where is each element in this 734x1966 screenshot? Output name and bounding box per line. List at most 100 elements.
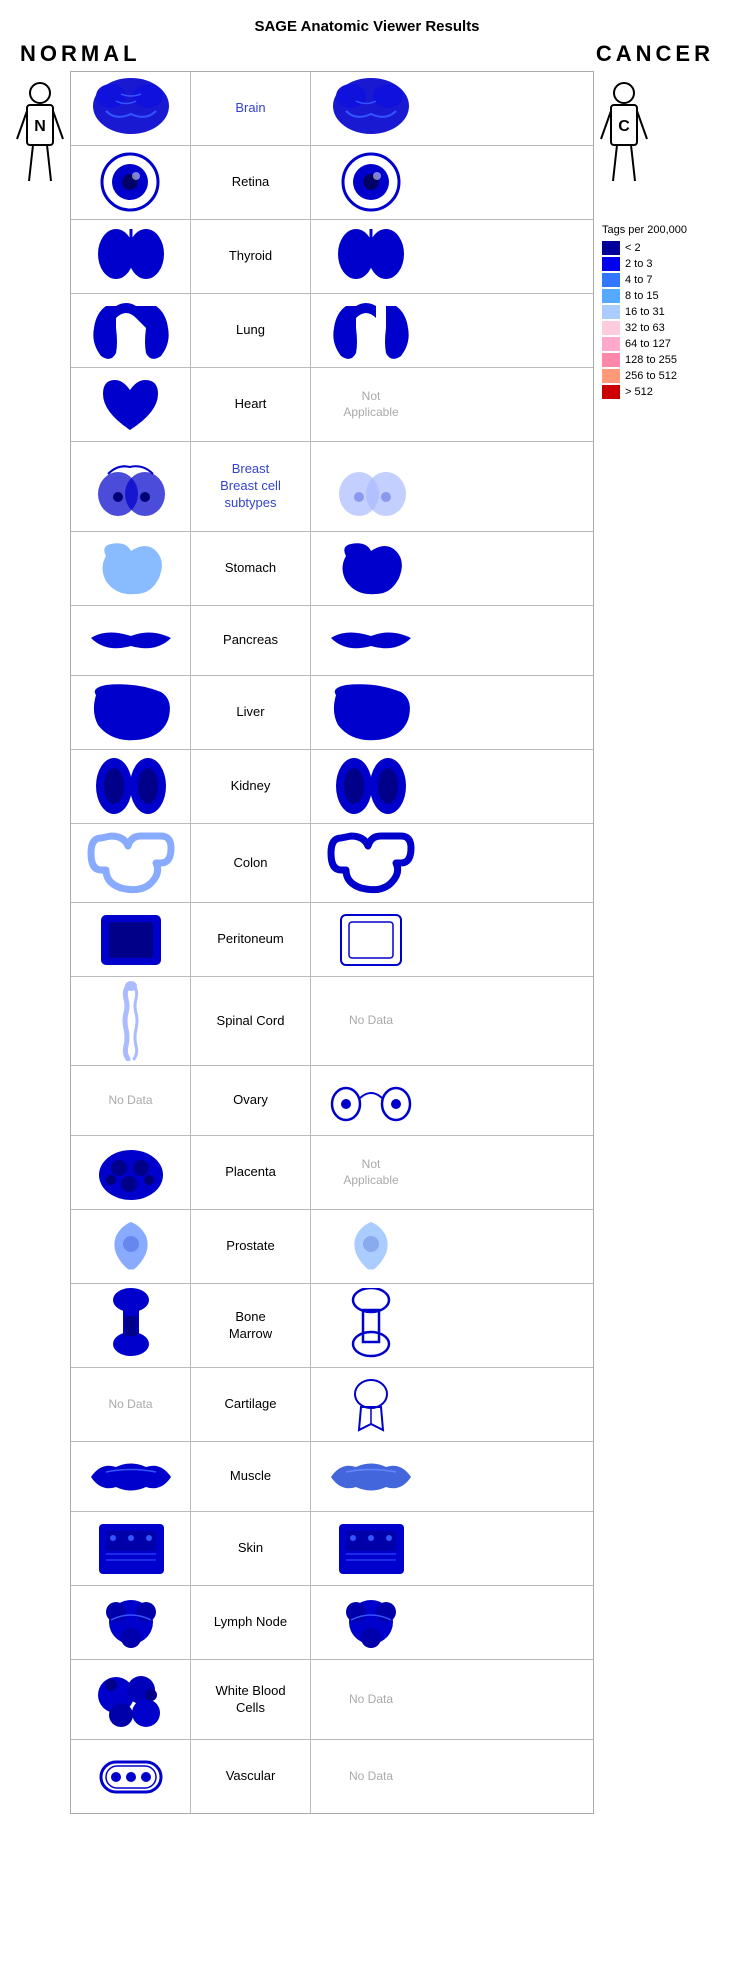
table-row: No Data Ovary bbox=[71, 1066, 593, 1136]
label-cell: Liver bbox=[191, 676, 311, 749]
vascular-normal-icon bbox=[91, 1744, 171, 1809]
normal-cell[interactable] bbox=[71, 146, 191, 219]
table-row: Breast Breast cell subtypes bbox=[71, 442, 593, 532]
normal-cell[interactable] bbox=[71, 1210, 191, 1283]
cancer-cell[interactable] bbox=[311, 294, 431, 367]
cancer-cell[interactable] bbox=[311, 532, 431, 605]
no-data-label: No Data bbox=[349, 1769, 393, 1785]
organ-label[interactable]: Heart bbox=[235, 396, 267, 413]
normal-cell[interactable] bbox=[71, 368, 191, 441]
cancer-cell[interactable] bbox=[311, 146, 431, 219]
cancer-cell[interactable]: NotApplicable bbox=[311, 368, 431, 441]
legend-label: 64 to 127 bbox=[625, 338, 671, 350]
cancer-cell[interactable] bbox=[311, 824, 431, 902]
thyroid-cancer-icon bbox=[331, 224, 411, 289]
organ-label[interactable]: Pancreas bbox=[223, 632, 278, 649]
organ-label[interactable]: Stomach bbox=[225, 560, 276, 577]
thyroid-normal-icon bbox=[91, 224, 171, 289]
legend-title: Tags per 200,000 bbox=[602, 223, 716, 237]
legend-color-swatch bbox=[602, 337, 620, 351]
normal-cell[interactable]: No Data bbox=[71, 1368, 191, 1441]
cancer-cell[interactable] bbox=[311, 750, 431, 823]
cancer-cell[interactable] bbox=[311, 606, 431, 675]
normal-cell[interactable] bbox=[71, 1136, 191, 1209]
organ-label[interactable]: Thyroid bbox=[229, 248, 272, 265]
normal-cell[interactable] bbox=[71, 824, 191, 902]
lymphnode-normal-icon bbox=[91, 1590, 171, 1655]
cancer-cell[interactable] bbox=[311, 1512, 431, 1585]
table-row: Colon bbox=[71, 824, 593, 903]
header-normal: NORMAL bbox=[20, 41, 141, 67]
legend-color-swatch bbox=[602, 369, 620, 383]
cancer-cell[interactable]: NotApplicable bbox=[311, 1136, 431, 1209]
normal-cell[interactable] bbox=[71, 294, 191, 367]
organ-label[interactable]: Retina bbox=[232, 174, 270, 191]
normal-cell[interactable] bbox=[71, 903, 191, 976]
cancer-cell[interactable] bbox=[311, 72, 431, 145]
table-row: Lung bbox=[71, 294, 593, 368]
organ-label[interactable]: Peritoneum bbox=[217, 931, 283, 948]
label-cell: Colon bbox=[191, 824, 311, 902]
normal-cell[interactable] bbox=[71, 442, 191, 531]
cancer-cell[interactable]: No Data bbox=[311, 1660, 431, 1739]
label-cell: Pancreas bbox=[191, 606, 311, 675]
stomach-normal-icon bbox=[91, 536, 171, 601]
normal-cell[interactable] bbox=[71, 1586, 191, 1659]
lung-cancer-icon bbox=[326, 298, 416, 363]
normal-cell[interactable] bbox=[71, 220, 191, 293]
cancer-cell[interactable] bbox=[311, 903, 431, 976]
no-data-label: No Data bbox=[349, 1692, 393, 1708]
organ-label[interactable]: Ovary bbox=[233, 1092, 268, 1109]
cancer-cell[interactable] bbox=[311, 1066, 431, 1135]
normal-cell[interactable] bbox=[71, 1512, 191, 1585]
table-row: Brain bbox=[71, 72, 593, 146]
organ-label[interactable]: Muscle bbox=[230, 1468, 271, 1485]
normal-cell[interactable] bbox=[71, 977, 191, 1065]
organ-label[interactable]: Vascular bbox=[226, 1768, 276, 1785]
organ-label[interactable]: Skin bbox=[238, 1540, 263, 1557]
organ-label[interactable]: Spinal Cord bbox=[217, 1013, 285, 1030]
normal-cell[interactable] bbox=[71, 1442, 191, 1511]
organ-label[interactable]: Bone Marrow bbox=[229, 1309, 272, 1343]
cancer-cell[interactable] bbox=[311, 1210, 431, 1283]
organ-label[interactable]: Kidney bbox=[231, 778, 271, 795]
normal-cell[interactable] bbox=[71, 606, 191, 675]
organ-label[interactable]: Colon bbox=[234, 855, 268, 872]
normal-cell[interactable] bbox=[71, 72, 191, 145]
organ-label[interactable]: White Blood Cells bbox=[215, 1683, 285, 1717]
label-cell: Prostate bbox=[191, 1210, 311, 1283]
cancer-cell[interactable]: No Data bbox=[311, 1740, 431, 1813]
label-cell: Ovary bbox=[191, 1066, 311, 1135]
normal-cell[interactable] bbox=[71, 532, 191, 605]
organ-label[interactable]: Breast Breast cell subtypes bbox=[220, 461, 281, 512]
legend-color-swatch bbox=[602, 353, 620, 367]
normal-cell[interactable] bbox=[71, 676, 191, 749]
normal-cell[interactable]: No Data bbox=[71, 1066, 191, 1135]
normal-cell[interactable] bbox=[71, 1284, 191, 1367]
cancer-cell[interactable] bbox=[311, 1368, 431, 1441]
organ-label[interactable]: Lymph Node bbox=[214, 1614, 287, 1631]
normal-cell[interactable] bbox=[71, 1660, 191, 1739]
cancer-cell[interactable] bbox=[311, 1284, 431, 1367]
cancer-cell[interactable]: No Data bbox=[311, 977, 431, 1065]
table-row: Pancreas bbox=[71, 606, 593, 676]
organ-label[interactable]: Placenta bbox=[225, 1164, 276, 1181]
cancer-cell[interactable] bbox=[311, 1586, 431, 1659]
legend-item: 32 to 63 bbox=[602, 321, 716, 335]
cancer-cell[interactable] bbox=[311, 220, 431, 293]
normal-cell[interactable] bbox=[71, 1740, 191, 1813]
organ-label[interactable]: Liver bbox=[236, 704, 264, 721]
cancer-cell[interactable] bbox=[311, 1442, 431, 1511]
organ-label[interactable]: Brain bbox=[235, 100, 265, 117]
organ-label[interactable]: Cartilage bbox=[224, 1396, 276, 1413]
organ-label[interactable]: Prostate bbox=[226, 1238, 274, 1255]
cancer-cell[interactable] bbox=[311, 442, 431, 531]
svg-text:N: N bbox=[34, 118, 46, 135]
legend-item: 256 to 512 bbox=[602, 369, 716, 383]
cancer-cell[interactable] bbox=[311, 676, 431, 749]
legend-color-swatch bbox=[602, 289, 620, 303]
normal-cell[interactable] bbox=[71, 750, 191, 823]
organ-label[interactable]: Lung bbox=[236, 322, 265, 339]
legend: Tags per 200,000 < 2 2 to 3 4 to 7 8 to … bbox=[594, 219, 724, 405]
skin-cancer-icon bbox=[331, 1516, 411, 1581]
